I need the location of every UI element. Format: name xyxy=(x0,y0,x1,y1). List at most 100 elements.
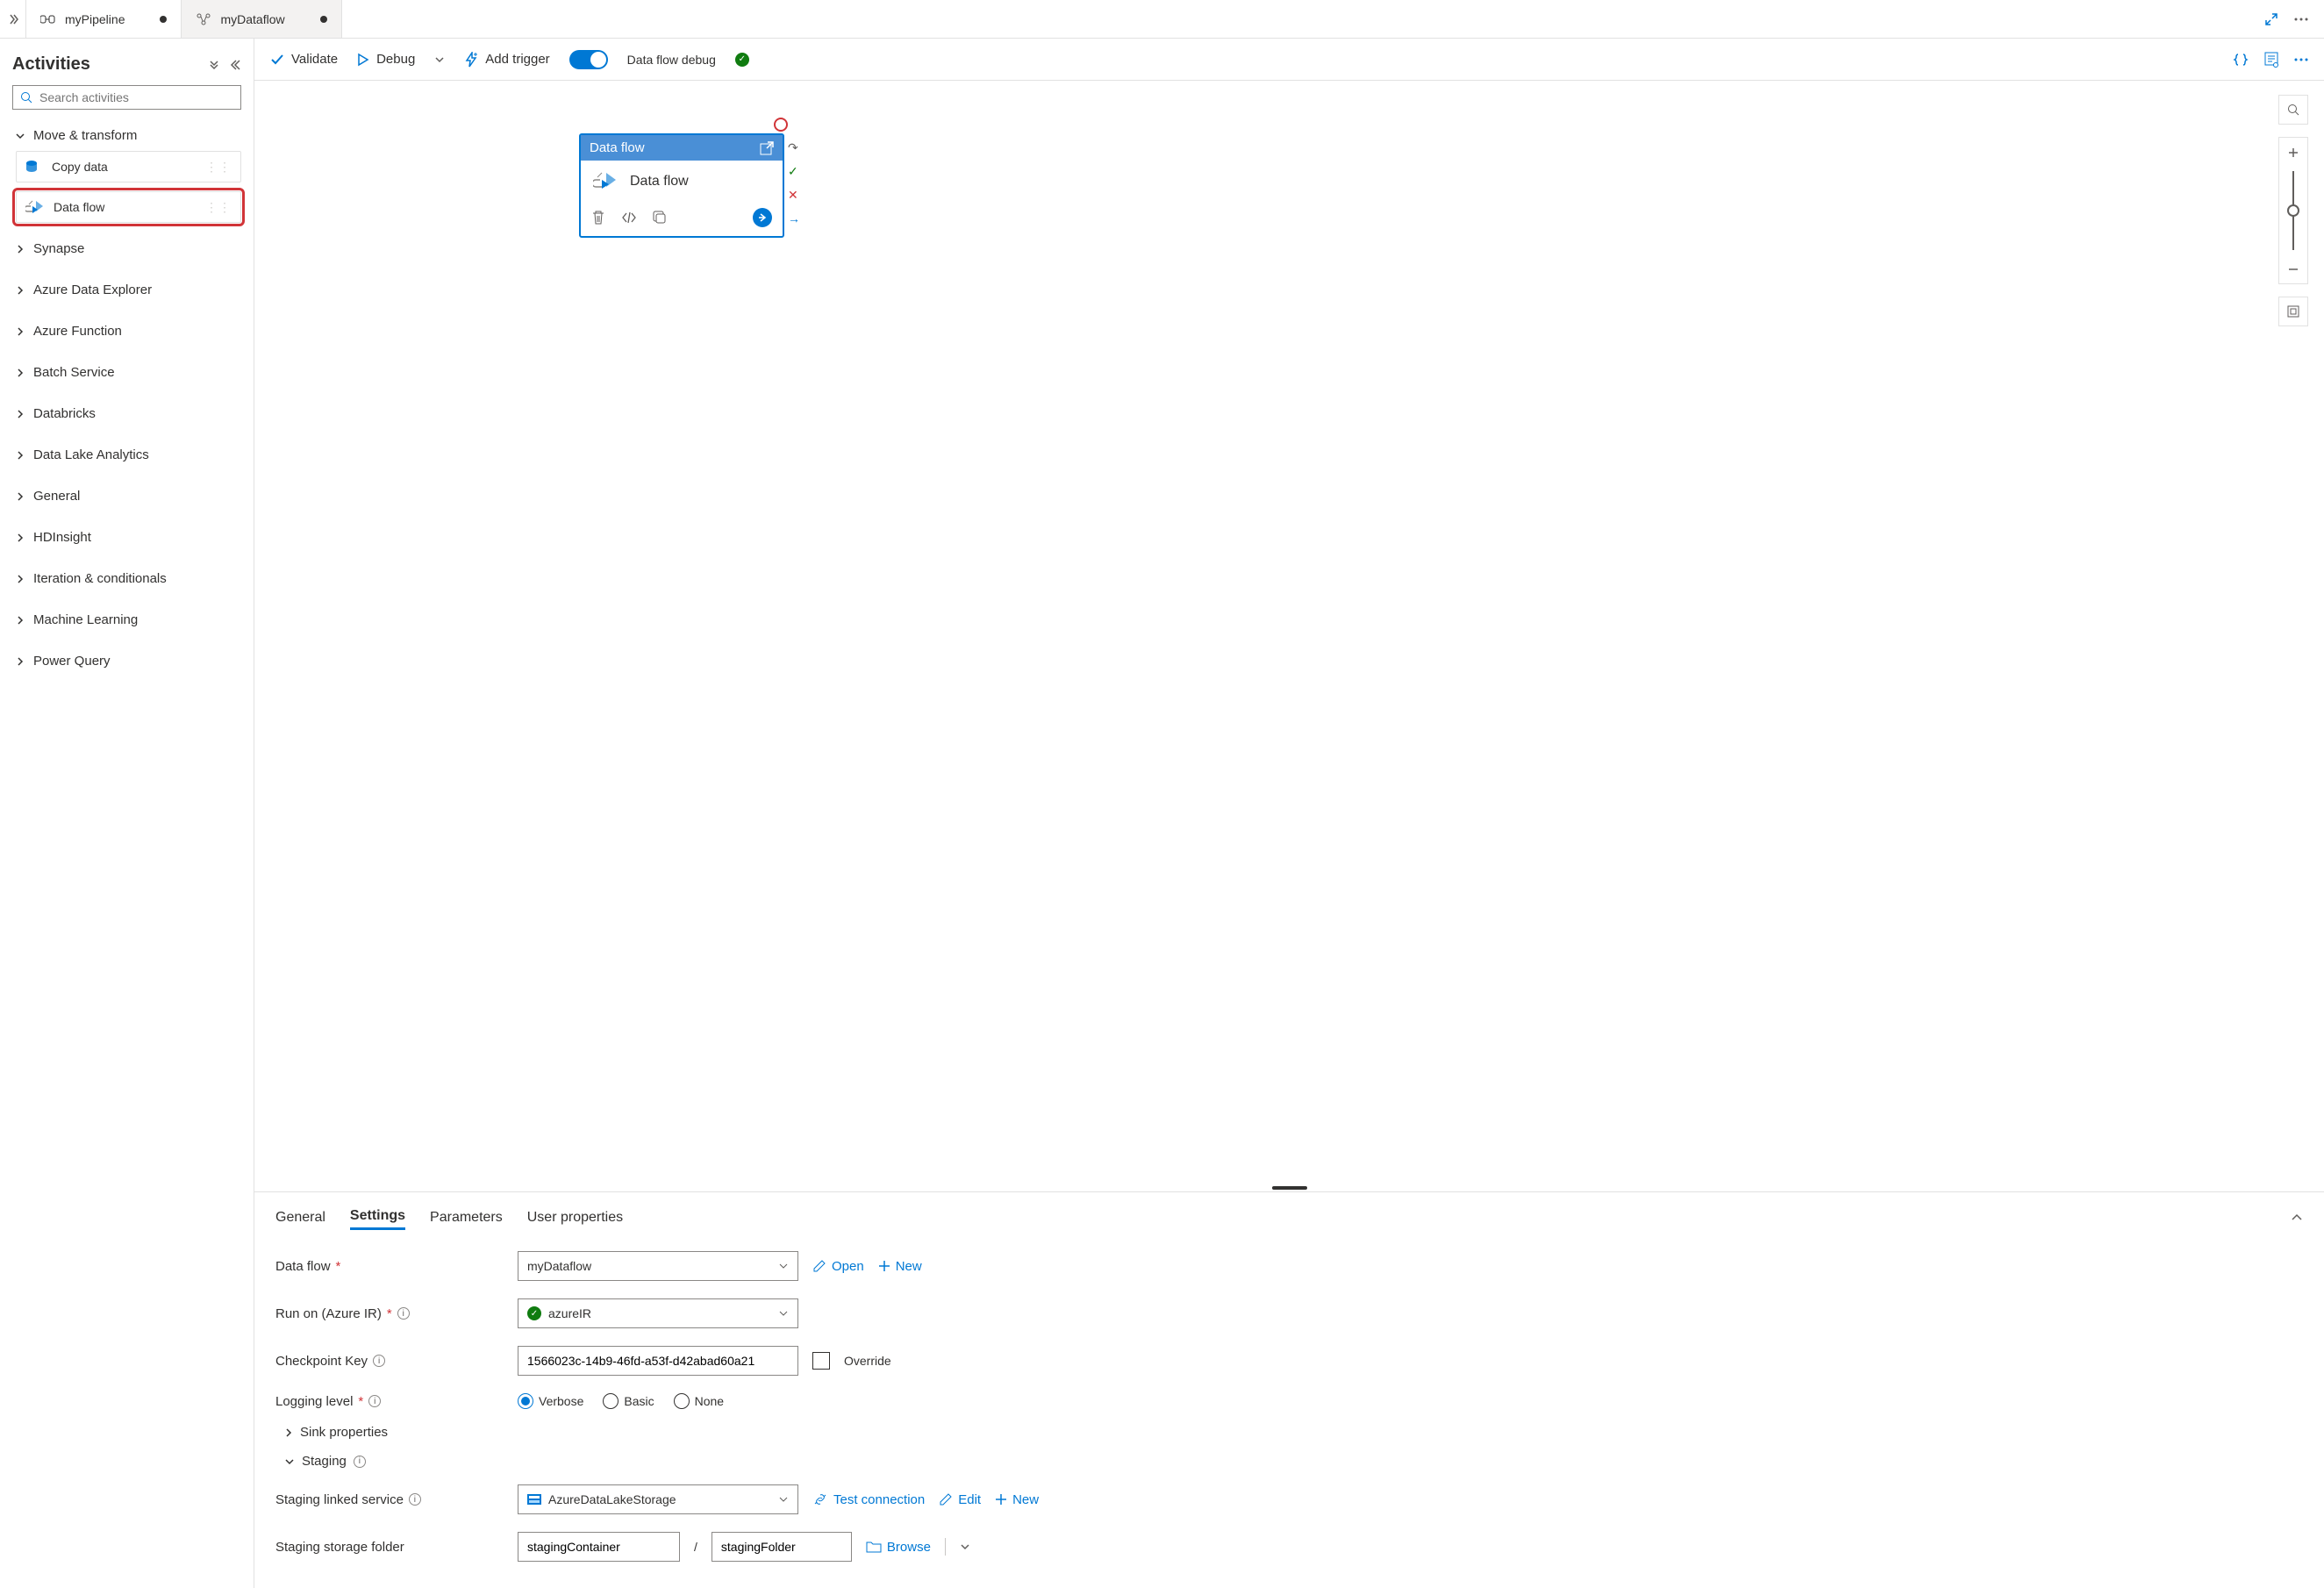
tab-settings[interactable]: Settings xyxy=(350,1205,405,1230)
chevron-right-icon xyxy=(14,409,26,419)
tab-dataflow[interactable]: myDataflow xyxy=(182,0,341,38)
tab-label: myDataflow xyxy=(220,12,284,26)
activity-copy-data[interactable]: Copy data ⋮⋮ xyxy=(16,151,241,182)
zoom-out-button[interactable] xyxy=(2278,254,2308,284)
breakpoint-indicator[interactable] xyxy=(774,118,788,132)
info-icon[interactable]: i xyxy=(354,1456,366,1468)
logging-verbose-radio[interactable]: Verbose xyxy=(518,1393,583,1409)
open-dataflow-button[interactable]: Open xyxy=(812,1259,864,1274)
collapse-panel-icon[interactable] xyxy=(2291,1213,2303,1222)
category-item[interactable]: HDInsight xyxy=(12,522,241,553)
test-connection-button[interactable]: Test connection xyxy=(812,1492,925,1507)
staging-linked-service-select[interactable]: AzureDataLakeStorage xyxy=(518,1484,798,1514)
run-node-icon[interactable] xyxy=(753,208,772,227)
info-icon[interactable]: i xyxy=(373,1355,385,1367)
category-item[interactable]: Batch Service xyxy=(12,357,241,388)
code-braces-icon[interactable] xyxy=(2233,53,2249,67)
dataflow-select[interactable]: myDataflow xyxy=(518,1251,798,1281)
status-ok-icon: ✓ xyxy=(527,1306,541,1320)
tab-pipeline[interactable]: myPipeline xyxy=(26,0,182,38)
plus-icon xyxy=(995,1493,1007,1506)
search-activities-input[interactable] xyxy=(12,85,241,110)
properties-icon[interactable] xyxy=(2264,52,2278,68)
dirty-indicator xyxy=(160,16,167,23)
open-external-icon[interactable] xyxy=(760,141,774,155)
zoom-in-button[interactable] xyxy=(2278,137,2308,167)
tab-parameters[interactable]: Parameters xyxy=(430,1206,503,1229)
new-linked-service-button[interactable]: New xyxy=(995,1492,1039,1507)
add-trigger-button[interactable]: Add trigger xyxy=(464,52,549,68)
chevron-right-icon xyxy=(14,326,26,337)
canvas-search-button[interactable] xyxy=(2278,95,2308,125)
new-dataflow-button[interactable]: New xyxy=(878,1259,922,1274)
play-icon xyxy=(357,53,369,67)
category-item[interactable]: Power Query xyxy=(12,646,241,676)
activity-data-flow[interactable]: Data flow ⋮⋮ xyxy=(16,191,241,223)
redo-icon[interactable]: ↷ xyxy=(788,140,800,155)
category-item[interactable]: Azure Function xyxy=(12,316,241,347)
toolbar-more-icon[interactable] xyxy=(2294,58,2308,61)
node-status-overlay: ↷ ✓ ✕ → xyxy=(788,140,800,225)
category-move-transform[interactable]: Move & transform xyxy=(12,120,241,151)
override-checkbox[interactable] xyxy=(812,1352,830,1370)
dataflow-debug-toggle[interactable] xyxy=(569,50,608,69)
chevron-expand-icon[interactable] xyxy=(208,59,220,71)
grip-icon: ⋮⋮ xyxy=(205,160,232,175)
connection-icon xyxy=(812,1492,828,1506)
copy-data-icon xyxy=(25,159,43,175)
collapse-sidebar-icon[interactable] xyxy=(229,59,241,71)
info-icon[interactable]: i xyxy=(397,1307,410,1320)
staging-container-input[interactable] xyxy=(518,1532,680,1562)
category-item[interactable]: Data Lake Analytics xyxy=(12,440,241,470)
category-item[interactable]: Iteration & conditionals xyxy=(12,563,241,594)
checkpoint-input[interactable] xyxy=(518,1346,798,1376)
check-icon xyxy=(270,54,284,66)
sink-properties-section[interactable]: Sink properties xyxy=(275,1418,2303,1447)
info-icon[interactable]: i xyxy=(368,1395,381,1407)
chevron-right-icon xyxy=(14,450,26,461)
dataflow-debug-label: Data flow debug xyxy=(627,53,716,67)
category-item[interactable]: Azure Data Explorer xyxy=(12,275,241,305)
category-item[interactable]: Synapse xyxy=(12,233,241,264)
panel-resize-handle[interactable] xyxy=(254,1184,2324,1191)
clone-icon[interactable] xyxy=(653,211,667,225)
activities-sidebar: Activities Move & transform xyxy=(0,39,254,1588)
tab-general[interactable]: General xyxy=(275,1206,325,1229)
fit-screen-button[interactable] xyxy=(2278,297,2308,326)
edit-linked-service-button[interactable]: Edit xyxy=(939,1492,981,1507)
skip-icon: → xyxy=(788,211,800,225)
info-icon[interactable]: i xyxy=(409,1493,421,1506)
dataflow-icon xyxy=(196,12,211,26)
debug-dropdown-button[interactable] xyxy=(434,54,445,65)
runon-select[interactable]: ✓azureIR xyxy=(518,1298,798,1328)
expand-left-button[interactable] xyxy=(0,0,26,38)
staging-folder-input[interactable] xyxy=(712,1532,852,1562)
pipeline-canvas[interactable]: Data flow Data flow xyxy=(254,81,2324,1184)
zoom-slider[interactable] xyxy=(2278,167,2308,254)
canvas-zoom-tools xyxy=(2278,95,2308,326)
chevron-down-icon xyxy=(778,1308,789,1319)
dataflow-node[interactable]: Data flow Data flow xyxy=(579,133,784,238)
expand-icon[interactable] xyxy=(2264,12,2278,26)
category-item[interactable]: Machine Learning xyxy=(12,604,241,635)
logging-none-radio[interactable]: None xyxy=(674,1393,724,1409)
browse-dropdown-button[interactable] xyxy=(960,1542,970,1552)
chevron-down-icon xyxy=(778,1494,789,1505)
code-icon[interactable] xyxy=(621,211,637,224)
properties-panel: General Settings Parameters User propert… xyxy=(254,1191,2324,1588)
logging-basic-radio[interactable]: Basic xyxy=(603,1393,654,1409)
chevron-right-icon xyxy=(284,1427,293,1438)
tab-user-properties[interactable]: User properties xyxy=(527,1206,623,1229)
tab-label: myPipeline xyxy=(65,12,125,26)
staging-section[interactable]: Staging i xyxy=(275,1447,2303,1476)
category-item[interactable]: General xyxy=(12,481,241,511)
more-icon[interactable] xyxy=(2294,18,2308,21)
category-item[interactable]: Databricks xyxy=(12,398,241,429)
browse-folder-button[interactable]: Browse xyxy=(866,1540,931,1555)
chevron-down-icon xyxy=(284,1456,295,1467)
delete-icon[interactable] xyxy=(591,210,605,225)
chevron-right-icon xyxy=(14,574,26,584)
chevron-right-icon xyxy=(14,244,26,254)
debug-button[interactable]: Debug xyxy=(357,52,415,67)
validate-button[interactable]: Validate xyxy=(270,52,338,67)
